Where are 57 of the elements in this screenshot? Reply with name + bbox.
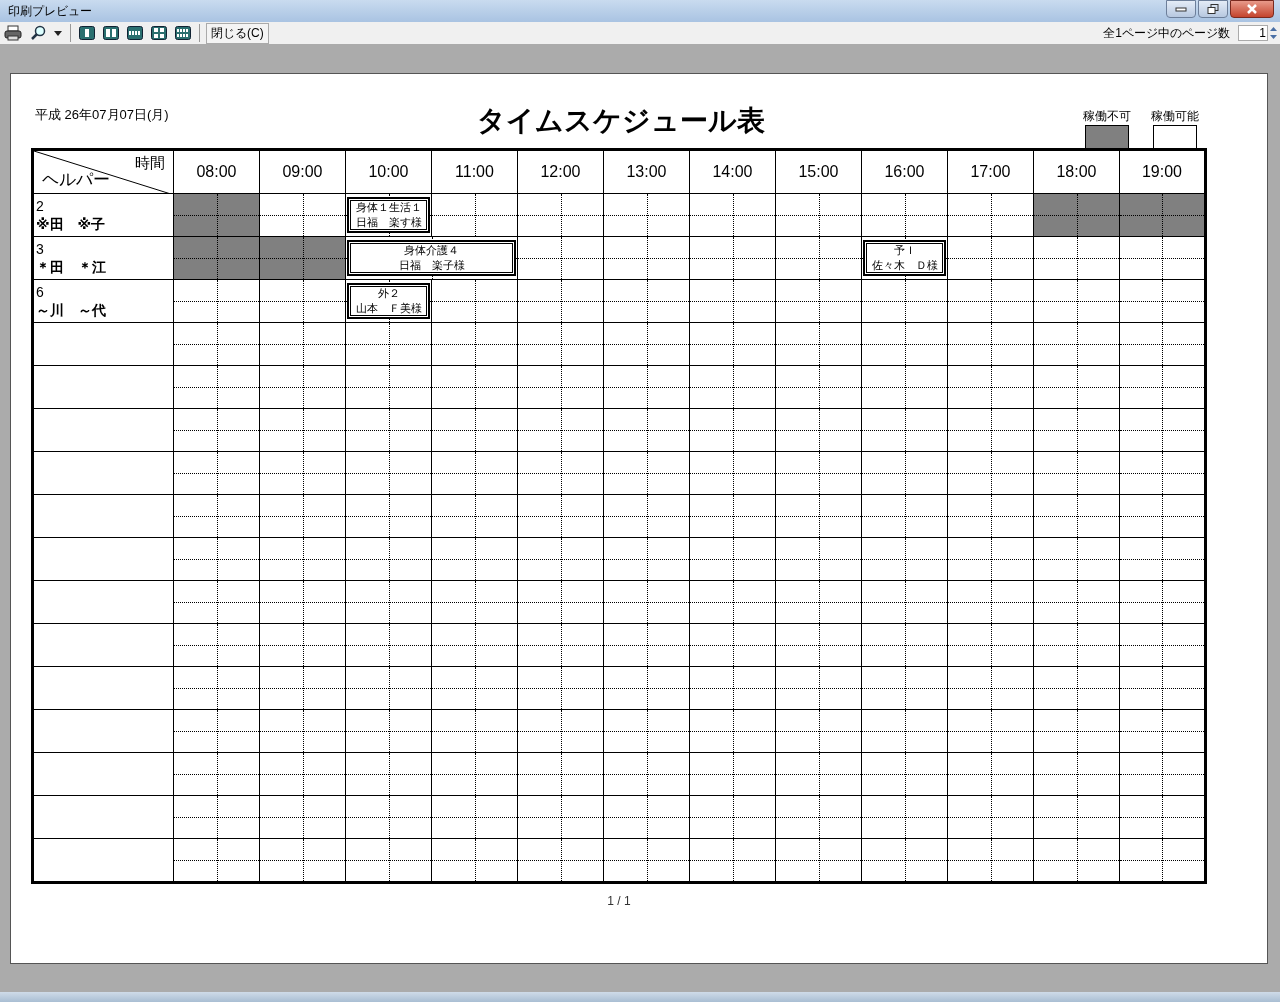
hour-header: 14:00 — [689, 149, 776, 194]
hour-header: 16:00 — [861, 149, 948, 194]
helper-number: 6 — [36, 284, 45, 301]
page-layout-button[interactable] — [77, 25, 97, 41]
restore-icon — [1207, 4, 1219, 14]
legend-label: 稼働可能 — [1151, 108, 1199, 125]
magnifier-icon — [30, 25, 46, 41]
visit-text: 身体１生活１ — [355, 200, 422, 215]
page-number: 1 / 1 — [606, 894, 632, 908]
visit-text: 日福 楽す様 — [355, 215, 422, 230]
printer-icon — [4, 25, 22, 41]
hour-header: 15:00 — [775, 149, 862, 194]
window-title: 印刷プレビュー — [8, 2, 92, 20]
page-layout-icon — [175, 26, 191, 40]
hour-header: 17:00 — [947, 149, 1034, 194]
restore-button[interactable] — [1198, 0, 1228, 18]
helper-number: 3 — [36, 241, 45, 258]
visit-text: 外２ — [377, 286, 400, 301]
hour-header: 09:00 — [259, 149, 346, 194]
page-layout-button[interactable] — [173, 25, 193, 41]
visit-text: 身体介護４ — [404, 243, 459, 258]
report-title: タイムスケジュール表 — [477, 104, 765, 138]
helper-name: ～川 ～代 — [36, 301, 107, 319]
hour-header: 12:00 — [517, 149, 604, 194]
page-layout-icon — [127, 26, 143, 40]
hour-header: 13:00 — [603, 149, 690, 194]
zoom-dropdown[interactable] — [52, 30, 64, 36]
legend-label: 稼働不可 — [1083, 108, 1131, 125]
helper-number: 2 — [36, 198, 45, 215]
helper-name: ※田 ※子 — [36, 215, 107, 233]
visit-text: 日福 楽子様 — [398, 258, 465, 273]
page-layout-icon — [79, 26, 95, 40]
spinner-arrows-icon[interactable] — [1269, 25, 1278, 41]
hour-header: 18:00 — [1033, 149, 1120, 194]
hour-header: 10:00 — [345, 149, 432, 194]
page-layout-button[interactable] — [149, 25, 169, 41]
page-number-field[interactable]: 1 — [1238, 25, 1268, 41]
report-date: 平成 26年07月07日(月) — [35, 106, 169, 124]
print-button[interactable] — [2, 24, 24, 42]
close-button[interactable] — [1230, 0, 1274, 18]
visit-text: 佐々木 Ｄ様 — [871, 258, 938, 273]
helper-name: ＊田 ＊江 — [36, 258, 107, 276]
page-layout-button[interactable] — [101, 25, 121, 41]
page-layout-button[interactable] — [125, 25, 145, 41]
page-count-label: 全1ページ中のページ数 — [1103, 24, 1230, 42]
page-layout-icon — [151, 26, 167, 40]
hour-header: 11:00 — [431, 149, 518, 194]
row-header: ヘルパー — [42, 169, 110, 191]
caret-icon — [54, 30, 62, 36]
page-layout-icon — [103, 26, 119, 40]
visit-text: 予Ｉ — [893, 243, 916, 258]
close-icon — [1246, 4, 1258, 14]
close-preview-button[interactable]: 閉じる(C) — [206, 22, 269, 44]
minimize-icon — [1175, 6, 1187, 12]
hour-header: 08:00 — [173, 149, 260, 194]
visit-text: 山本 Ｆ美様 — [355, 301, 422, 316]
column-header: 時間 — [135, 154, 165, 173]
